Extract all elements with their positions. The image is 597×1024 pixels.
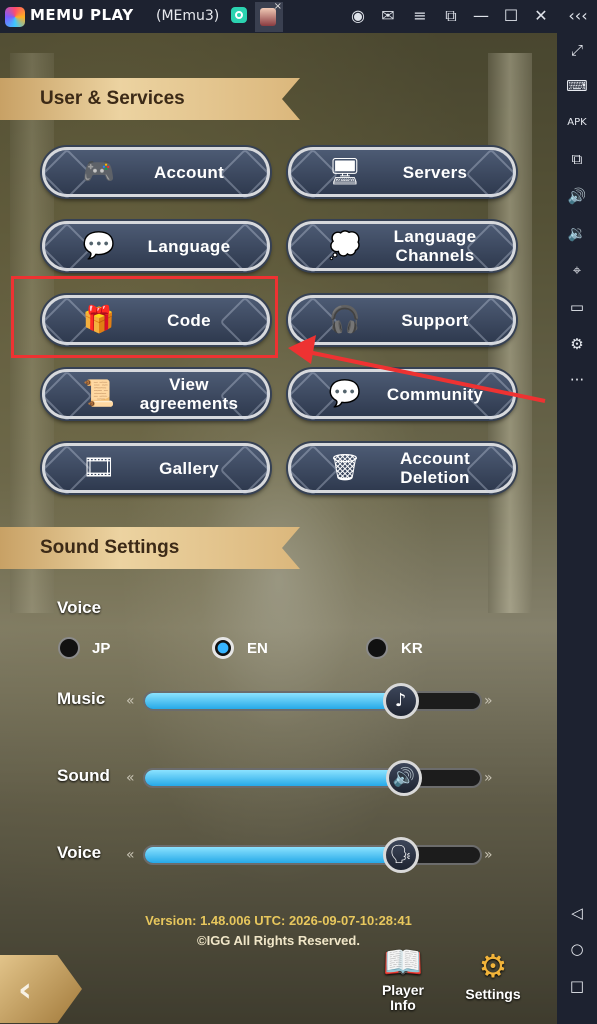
settings-label: Settings <box>465 986 521 1002</box>
apk-icon[interactable]: APK <box>557 110 597 136</box>
player-info-button[interactable]: 📖 Player Info <box>368 943 438 1013</box>
chevron-right-icon: » <box>484 770 493 786</box>
volume-up-icon[interactable]: 🔊 <box>557 183 597 209</box>
screen-icon[interactable]: ⧉ <box>440 5 462 27</box>
sound-slider[interactable] <box>143 768 482 788</box>
volume-down-icon[interactable]: 🔉 <box>557 220 597 246</box>
android-home-icon[interactable]: ○ <box>557 936 597 962</box>
chevron-left-icon: « <box>126 770 135 786</box>
voice-slider[interactable] <box>143 845 482 865</box>
voice-label: Voice <box>57 843 102 862</box>
chevron-right-icon: » <box>484 693 493 709</box>
keyboard-icon[interactable]: ⌨ <box>557 73 597 99</box>
slider-fill <box>145 693 400 709</box>
tab-close-icon[interactable]: × <box>274 1 282 12</box>
maximize-icon[interactable]: ☐ <box>500 5 522 27</box>
voice-option-label: JP <box>92 640 111 657</box>
slider-fill <box>145 770 403 786</box>
copyright-text: ©IGG All Rights Reserved. <box>197 933 360 948</box>
player-info-label: Player Info <box>381 982 425 1013</box>
music-slider[interactable] <box>143 691 482 711</box>
android-back-icon[interactable]: ◁ <box>557 900 597 926</box>
book-icon: 📖 <box>383 943 423 981</box>
emulator-titlebar: MEMU PLAY (MEmu3) × ◉ ✉ ≡ ⧉ — ☐ ✕ ‹‹‹ <box>0 0 597 33</box>
version-text: Version: 1.48.006 UTC: 2026-09-07-10:28:… <box>145 913 412 928</box>
voice-option-label: KR <box>401 640 423 657</box>
emulator-sidebar: ⤢ ⌨ APK ⧉ 🔊 🔉 ⌖ ▭ ⚙ ··· ◁ ○ □ <box>557 33 597 1024</box>
voice-option-label: EN <box>247 640 268 657</box>
settings-gear-icon[interactable]: ⚙ <box>557 331 597 357</box>
sound-label: Sound <box>57 766 110 785</box>
home-tab-icon[interactable] <box>231 7 247 23</box>
minimize-icon[interactable]: — <box>470 5 492 27</box>
instance-name: (MEmu3) <box>156 8 220 24</box>
voice-radio-kr[interactable] <box>366 637 388 659</box>
memu-logo-icon <box>5 7 25 27</box>
voice-language-heading: Voice <box>57 598 102 617</box>
close-icon[interactable]: ✕ <box>530 5 552 27</box>
voice-radio-en[interactable] <box>212 637 234 659</box>
speaking-head-icon[interactable]: 🗣 <box>382 837 419 873</box>
music-label: Music <box>57 689 106 708</box>
multi-instance-icon[interactable]: ⧉ <box>557 146 597 172</box>
android-recent-icon[interactable]: □ <box>557 973 597 999</box>
menu-icon[interactable]: ≡ <box>409 5 431 27</box>
music-note-icon[interactable]: ♪ <box>382 683 419 719</box>
settings-gear-icon: ⚙ <box>478 947 508 985</box>
game-tab[interactable]: × <box>255 1 283 32</box>
mail-icon[interactable]: ✉ <box>377 5 399 27</box>
game-settings-screen: User & Services 🎮 Account 🖥 Servers 💬 La… <box>0 33 557 1024</box>
back-arrow-icon: ‹ <box>18 970 33 1010</box>
speaker-icon[interactable]: 🔊 <box>386 760 423 796</box>
collapse-icon[interactable]: ‹‹‹ <box>563 5 593 27</box>
fullscreen-icon[interactable]: ⤢ <box>557 37 597 63</box>
chevron-left-icon: « <box>126 847 135 863</box>
app-brand: MEMU PLAY <box>30 6 134 24</box>
voice-radio-jp[interactable] <box>58 637 80 659</box>
settings-button[interactable]: ⚙ Settings <box>458 947 528 1002</box>
sound-settings-title: Sound Settings <box>40 537 180 558</box>
more-icon[interactable]: ··· <box>557 367 597 393</box>
folder-icon[interactable]: ▭ <box>557 294 597 320</box>
chevron-right-icon: » <box>484 847 493 863</box>
chevron-left-icon: « <box>126 693 135 709</box>
location-icon[interactable]: ⌖ <box>557 257 597 283</box>
slider-fill <box>145 847 400 863</box>
account-icon[interactable]: ◉ <box>347 5 369 27</box>
